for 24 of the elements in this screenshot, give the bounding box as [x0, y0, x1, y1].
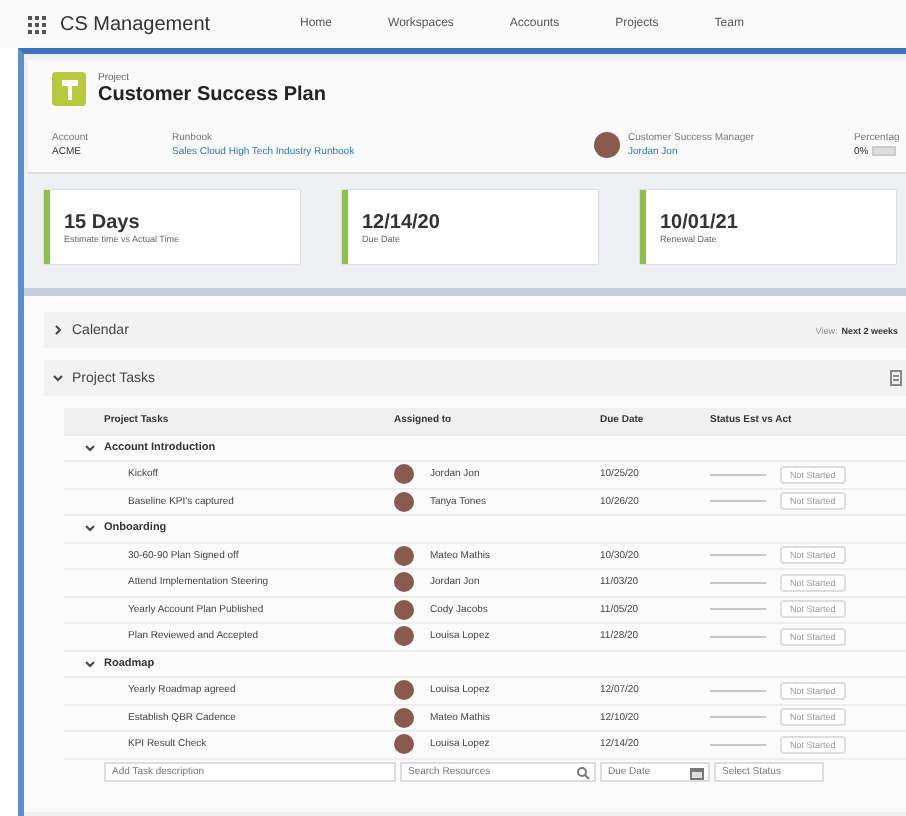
chevron-down-icon[interactable]: [84, 441, 96, 454]
avatar: [394, 545, 414, 566]
avatar: [594, 131, 620, 157]
avatar: [394, 626, 414, 647]
search-icon: [576, 765, 590, 779]
avatar: [394, 572, 414, 593]
avatar: [394, 464, 414, 485]
table-settings-icon[interactable]: [890, 370, 902, 386]
chevron-down-icon[interactable]: [52, 372, 64, 384]
app-launcher-icon[interactable]: [28, 15, 46, 33]
avatar: [394, 707, 414, 728]
record-title: Customer Success Plan: [98, 84, 326, 106]
chevron-right-icon[interactable]: [52, 324, 64, 336]
chevron-down-icon[interactable]: [84, 522, 96, 535]
metric-value: 15 Days: [64, 211, 142, 233]
metric-value: 12/14/20: [362, 211, 442, 233]
metric-value: 10/01/21: [660, 211, 740, 233]
app-title: CS Management: [60, 13, 213, 35]
avatar: [394, 734, 414, 755]
chevron-down-icon[interactable]: [84, 657, 96, 670]
record-icon: [52, 72, 86, 106]
avatar: [394, 491, 414, 512]
avatar: [394, 680, 414, 701]
avatar: [394, 599, 414, 620]
